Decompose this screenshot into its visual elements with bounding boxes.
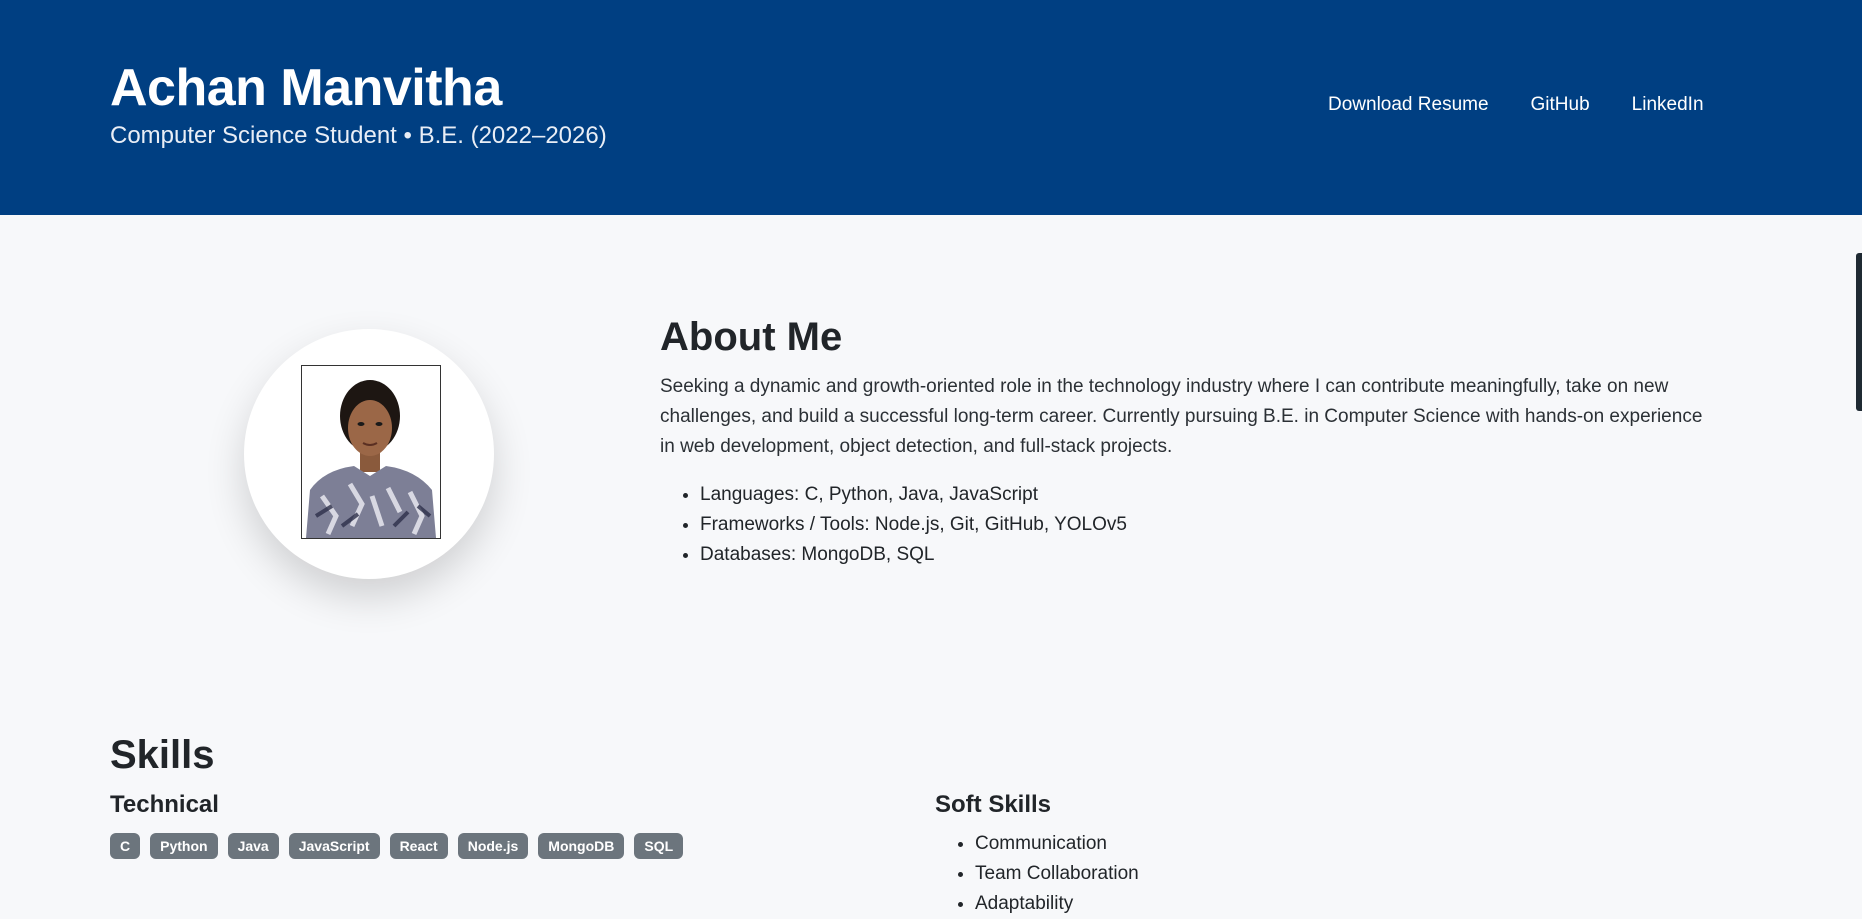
profile-photo bbox=[301, 365, 441, 539]
list-item: Languages: C, Python, Java, JavaScript bbox=[700, 480, 1710, 510]
list-item: Communication bbox=[975, 829, 1139, 859]
page-subtitle: Computer Science Student • B.E. (2022–20… bbox=[110, 122, 607, 149]
about-heading: About Me bbox=[660, 315, 843, 359]
about-paragraph: Seeking a dynamic and growth-oriented ro… bbox=[660, 376, 1703, 457]
side-tab-handle[interactable] bbox=[1856, 253, 1862, 411]
technical-heading: Technical bbox=[110, 791, 219, 818]
download-resume-link[interactable]: Download Resume bbox=[1328, 94, 1489, 116]
page-title: Achan Manvitha bbox=[110, 59, 502, 117]
skill-badge: JavaScript bbox=[288, 833, 380, 859]
about-list: Languages: C, Python, Java, JavaScript F… bbox=[660, 480, 1710, 570]
list-item: Adaptability bbox=[975, 889, 1139, 919]
about-section: About Me Seeking a dynamic and growth-or… bbox=[660, 315, 1710, 570]
list-item: Databases: MongoDB, SQL bbox=[700, 540, 1710, 570]
technical-skills: Technical C Python Java JavaScript React… bbox=[110, 791, 684, 859]
skill-badge: Python bbox=[150, 833, 218, 859]
skills-section: Skills Technical C Python Java JavaScrip… bbox=[110, 733, 1730, 914]
site-header: Achan Manvitha Computer Science Student … bbox=[0, 0, 1862, 215]
skills-heading: Skills bbox=[110, 733, 215, 777]
skill-badge: React bbox=[389, 833, 448, 859]
skill-badges: C Python Java JavaScript React Node.js M… bbox=[110, 833, 684, 859]
skill-badge: MongoDB bbox=[538, 833, 625, 859]
soft-skills: Soft Skills Communication Team Collabora… bbox=[935, 791, 1139, 919]
linkedin-link[interactable]: LinkedIn bbox=[1632, 94, 1704, 116]
skill-badge: Node.js bbox=[457, 833, 529, 859]
list-item: Frameworks / Tools: Node.js, Git, GitHub… bbox=[700, 510, 1710, 540]
skill-badge: SQL bbox=[634, 833, 684, 859]
soft-skills-heading: Soft Skills bbox=[935, 791, 1052, 818]
github-link[interactable]: GitHub bbox=[1531, 94, 1590, 116]
skill-badge: C bbox=[110, 833, 141, 859]
list-item: Team Collaboration bbox=[975, 859, 1139, 889]
avatar bbox=[244, 329, 494, 579]
header-nav: Download Resume GitHub LinkedIn bbox=[1328, 94, 1704, 116]
skill-badge: Java bbox=[227, 833, 279, 859]
soft-skills-list: Communication Team Collaboration Adaptab… bbox=[935, 829, 1139, 919]
